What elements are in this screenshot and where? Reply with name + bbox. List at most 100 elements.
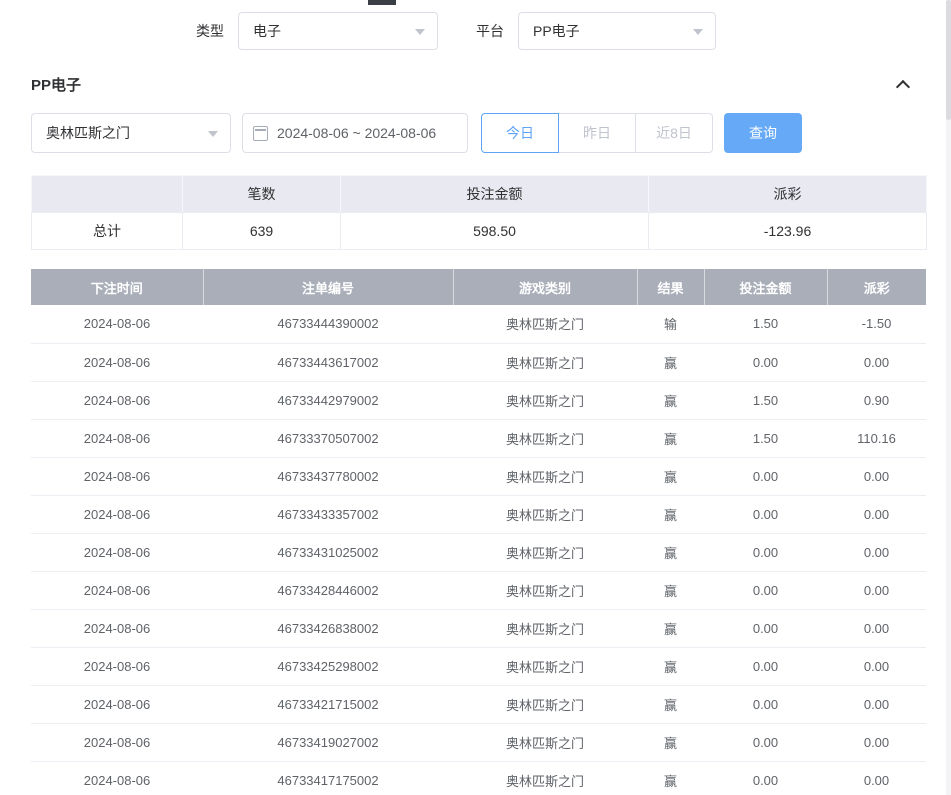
cell-payout: 110.16 [827,419,926,457]
cell-order-id: 46733425298002 [203,647,453,685]
cell-result: 赢 [637,381,704,419]
type-select[interactable]: 电子 [238,12,438,50]
cell-order-id: 46733421715002 [203,685,453,723]
cell-bet-amount: 0.00 [704,761,827,795]
summary-count-value: 639 [183,213,341,250]
calendar-icon [253,126,268,141]
summary-header-bet-amount: 投注金额 [341,176,649,213]
cell-bet-amount: 0.00 [704,343,827,381]
cell-result: 赢 [637,761,704,795]
table-row: 2024-08-06 46733437780002 奥林匹斯之门 赢 0.00 … [31,457,926,495]
cell-bet-amount: 0.00 [704,571,827,609]
quick-date-button-group: 今日 昨日 近8日 [481,113,713,153]
cell-game-type: 奥林匹斯之门 [453,723,637,761]
chevron-down-icon [415,29,425,35]
cell-bet-amount: 1.50 [704,419,827,457]
cell-result: 赢 [637,609,704,647]
cell-payout: 0.00 [827,723,926,761]
records-header-game-type: 游戏类别 [453,269,637,305]
top-tab-indicator [368,0,396,5]
cell-order-id: 46733417175002 [203,761,453,795]
cell-payout: 0.00 [827,609,926,647]
platform-select[interactable]: PP电子 [518,12,716,50]
cell-order-id: 46733433357002 [203,495,453,533]
cell-game-type: 奥林匹斯之门 [453,685,637,723]
cell-game-type: 奥林匹斯之门 [453,761,637,795]
cell-bet-time: 2024-08-06 [31,305,203,343]
cell-order-id: 46733437780002 [203,457,453,495]
game-select[interactable]: 奥林匹斯之门 [31,113,231,153]
cell-bet-time: 2024-08-06 [31,571,203,609]
table-row: 2024-08-06 46733442979002 奥林匹斯之门 赢 1.50 … [31,381,926,419]
table-row: 2024-08-06 46733431025002 奥林匹斯之门 赢 0.00 … [31,533,926,571]
cell-bet-amount: 0.00 [704,723,827,761]
cell-bet-amount: 0.00 [704,609,827,647]
table-row: 2024-08-06 46733443617002 奥林匹斯之门 赢 0.00 … [31,343,926,381]
cell-bet-amount: 1.50 [704,305,827,343]
platform-label: 平台 [476,21,504,41]
cell-result: 赢 [637,685,704,723]
cell-game-type: 奥林匹斯之门 [453,343,637,381]
section-header: PP电子 [31,74,920,95]
cell-bet-time: 2024-08-06 [31,533,203,571]
cell-bet-time: 2024-08-06 [31,381,203,419]
cell-order-id: 46733431025002 [203,533,453,571]
cell-order-id: 46733419027002 [203,723,453,761]
records-header-result: 结果 [637,269,704,305]
summary-total-label: 总计 [32,213,183,250]
cell-result: 赢 [637,571,704,609]
cell-bet-time: 2024-08-06 [31,647,203,685]
section-title: PP电子 [31,74,81,95]
records-header-bet-time: 下注时间 [31,269,203,305]
cell-game-type: 奥林匹斯之门 [453,305,637,343]
cell-bet-time: 2024-08-06 [31,723,203,761]
cell-result: 输 [637,305,704,343]
today-button[interactable]: 今日 [481,113,559,153]
collapse-chevron-up-icon[interactable] [896,79,910,93]
cell-result: 赢 [637,343,704,381]
scrollbar-thumb[interactable] [946,0,951,120]
records-header-bet-amount: 投注金额 [704,269,827,305]
cell-result: 赢 [637,533,704,571]
table-row: 2024-08-06 46733426838002 奥林匹斯之门 赢 0.00 … [31,609,926,647]
chevron-down-icon [208,131,218,137]
cell-payout: -1.50 [827,305,926,343]
cell-game-type: 奥林匹斯之门 [453,533,637,571]
cell-payout: 0.00 [827,685,926,723]
table-row: 2024-08-06 46733433357002 奥林匹斯之门 赢 0.00 … [31,495,926,533]
cell-payout: 0.00 [827,457,926,495]
cell-order-id: 46733426838002 [203,609,453,647]
summary-header-blank [32,176,183,213]
cell-result: 赢 [637,723,704,761]
cell-result: 赢 [637,457,704,495]
date-range-value: 2024-08-06 ~ 2024-08-06 [277,125,436,141]
cell-order-id: 46733428446002 [203,571,453,609]
cell-bet-time: 2024-08-06 [31,609,203,647]
table-row: 2024-08-06 46733370507002 奥林匹斯之门 赢 1.50 … [31,419,926,457]
cell-game-type: 奥林匹斯之门 [453,609,637,647]
chevron-down-icon [693,29,703,35]
cell-game-type: 奥林匹斯之门 [453,419,637,457]
cell-result: 赢 [637,419,704,457]
date-range-input[interactable]: 2024-08-06 ~ 2024-08-06 [242,113,468,153]
cell-bet-time: 2024-08-06 [31,495,203,533]
cell-order-id: 46733442979002 [203,381,453,419]
type-select-value: 电子 [253,21,281,41]
records-header-order-id: 注单编号 [203,269,453,305]
cell-result: 赢 [637,647,704,685]
yesterday-button[interactable]: 昨日 [558,113,636,153]
cell-bet-time: 2024-08-06 [31,343,203,381]
cell-bet-amount: 0.00 [704,457,827,495]
table-row: 2024-08-06 46733444390002 奥林匹斯之门 输 1.50 … [31,305,926,343]
last-8-days-button[interactable]: 近8日 [635,113,713,153]
cell-bet-amount: 0.00 [704,495,827,533]
search-button[interactable]: 查询 [724,113,802,153]
cell-game-type: 奥林匹斯之门 [453,457,637,495]
cell-payout: 0.00 [827,533,926,571]
summary-payout-value: -123.96 [649,213,927,250]
filter-row: 类型 电子 平台 PP电子 [0,0,951,50]
scrollbar-track[interactable] [946,0,951,795]
summary-bet-amount-value: 598.50 [341,213,649,250]
type-label: 类型 [196,21,224,41]
cell-game-type: 奥林匹斯之门 [453,571,637,609]
